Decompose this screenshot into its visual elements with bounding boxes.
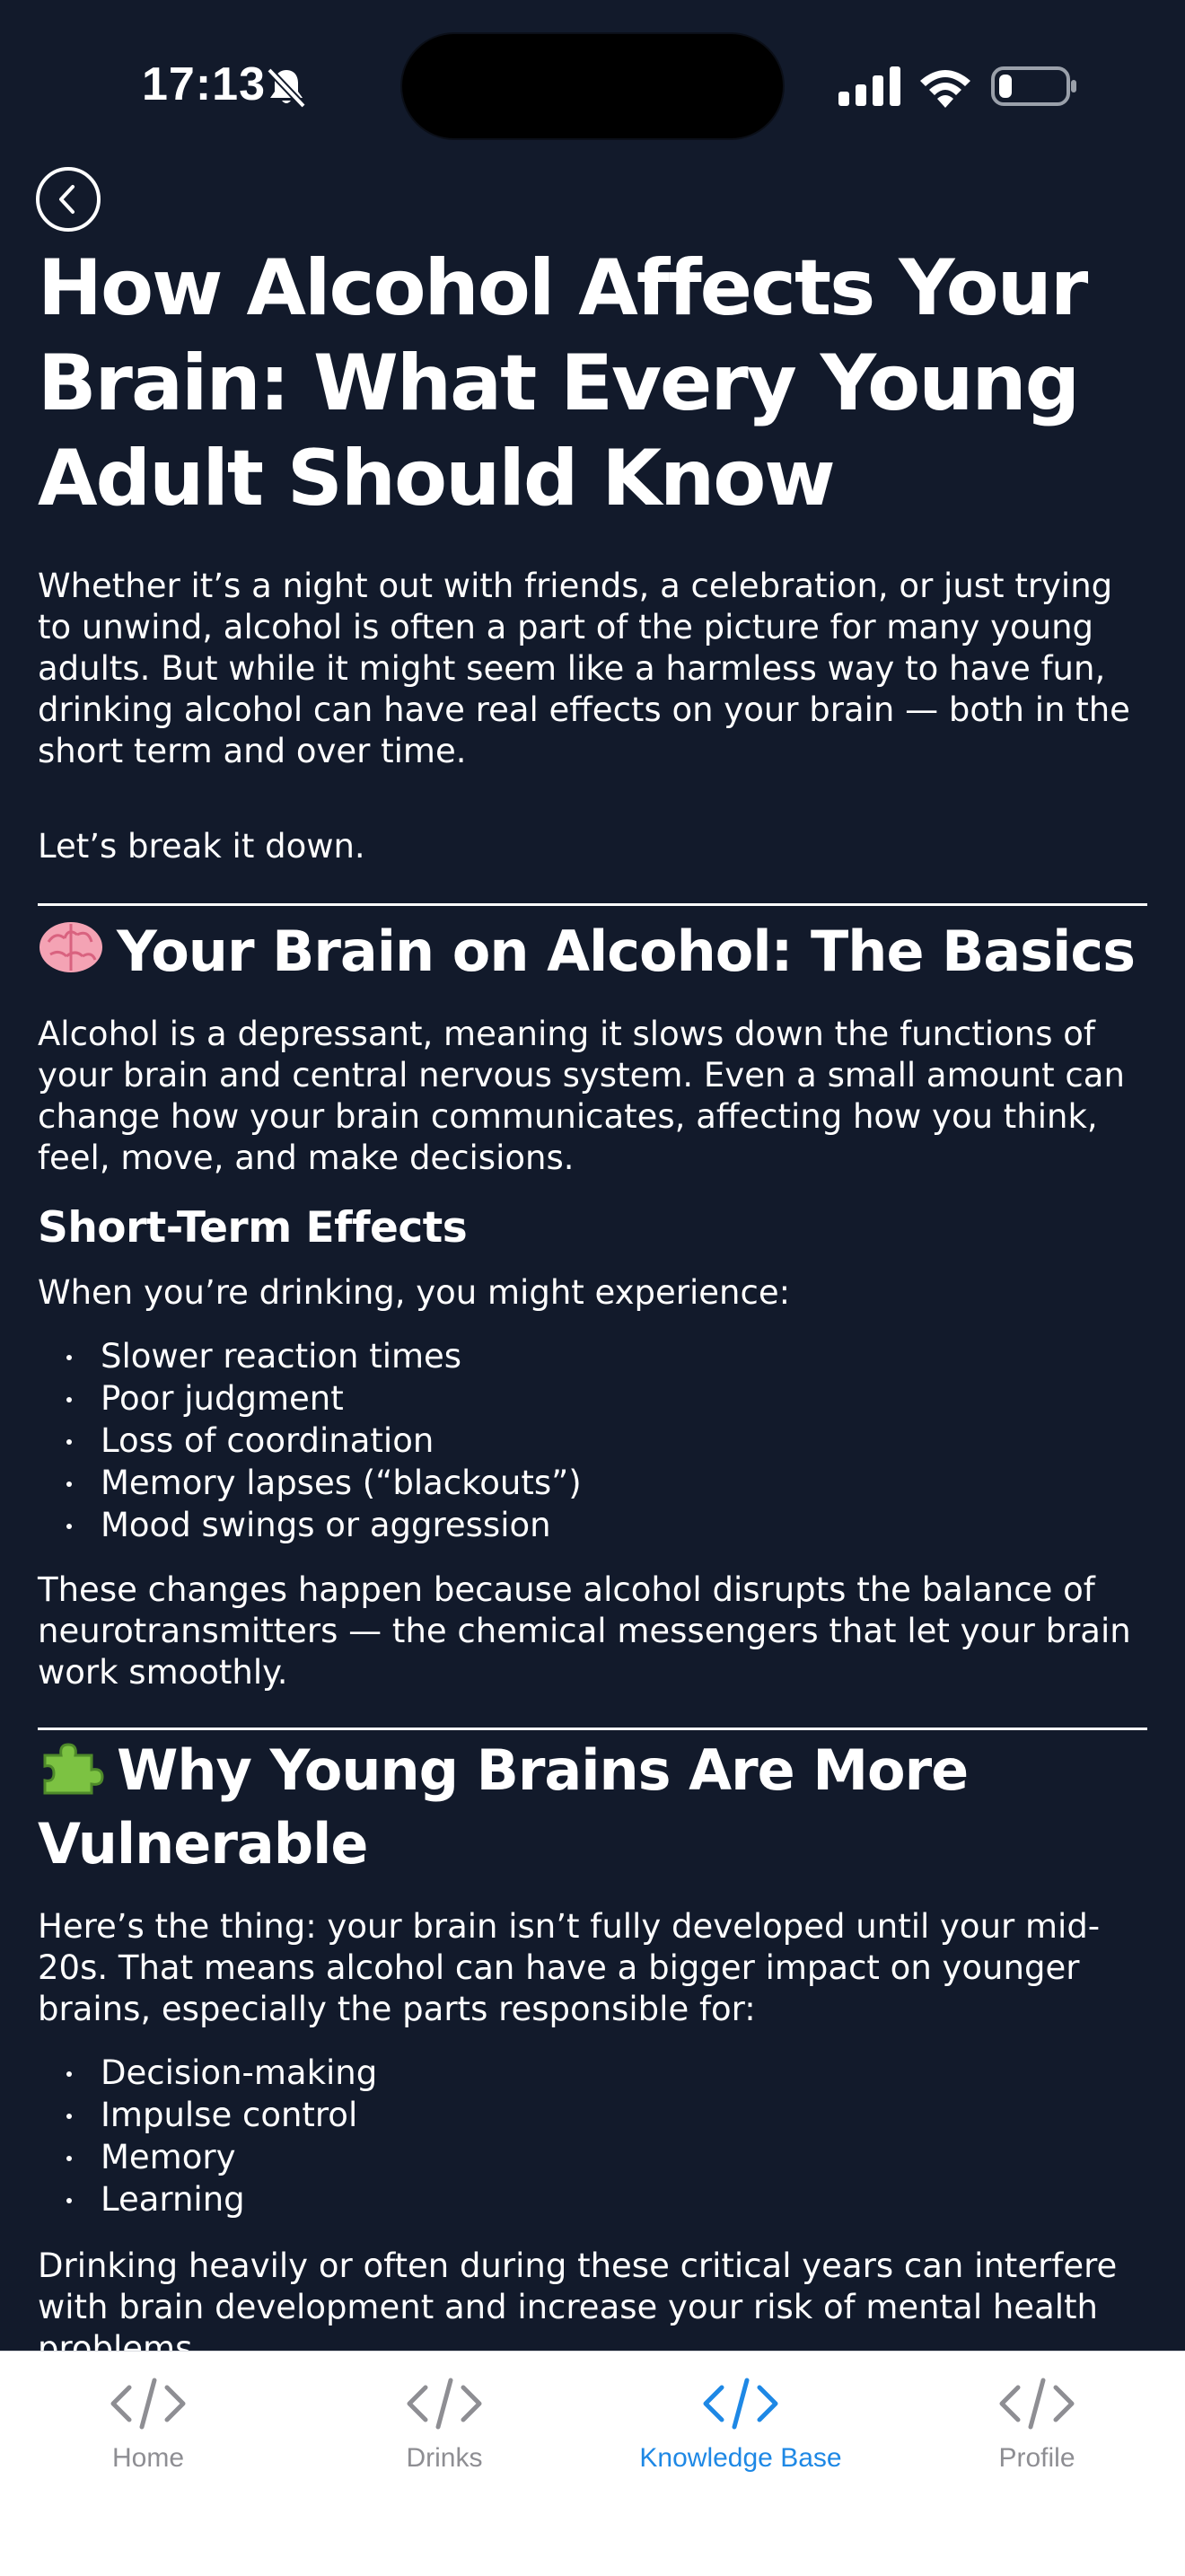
short-term-effects-heading: Short-Term Effects xyxy=(38,1203,468,1253)
responsibilities-list: Decision-making Impulse control Memory L… xyxy=(38,2052,1147,2220)
breakdown-text: Let’s break it down. xyxy=(38,827,365,866)
tab-label: Home xyxy=(111,2443,185,2473)
article-title: How Alcohol Affects Your Brain: What Eve… xyxy=(38,243,1088,523)
development-paragraph: Here’s the thing: your brain isn’t fully… xyxy=(38,1907,1101,2028)
section-heading-vulnerable-text: Why Young Brains Are More Vulnerable xyxy=(38,1737,969,1877)
effects-lead: When you’re drinking, you might experien… xyxy=(38,1273,791,1312)
status-time: 17:13 xyxy=(142,58,266,110)
list-item: Mood swings or aggression xyxy=(66,1504,1147,1546)
cellular-signal-icon xyxy=(838,66,900,106)
tab-bar: Home Drinks Knowledge Base Profile xyxy=(0,2351,1185,2576)
code-icon xyxy=(407,2378,482,2430)
status-bar: 17:13 xyxy=(0,0,1185,171)
tab-profile[interactable]: Profile xyxy=(889,2377,1185,2474)
tab-drinks[interactable]: Drinks xyxy=(296,2377,592,2474)
tab-knowledge-base[interactable]: Knowledge Base xyxy=(592,2377,889,2474)
bell-slash-icon xyxy=(267,67,306,108)
code-icon xyxy=(703,2378,778,2430)
code-icon xyxy=(999,2378,1075,2430)
brain-emoji-icon xyxy=(40,922,102,972)
list-item: Slower reaction times xyxy=(66,1335,1147,1377)
battery-icon xyxy=(991,66,1076,106)
intro-paragraph: Whether it’s a night out with friends, a… xyxy=(38,567,1130,770)
list-item: Poor judgment xyxy=(66,1377,1147,1420)
back-button[interactable] xyxy=(36,167,101,232)
chevron-left-icon xyxy=(59,185,75,214)
basics-paragraph: Alcohol is a depressant, meaning it slow… xyxy=(38,1015,1125,1177)
list-item: Decision-making xyxy=(66,2052,1147,2094)
section-heading-vulnerable: Why Young Brains Are More Vulnerable xyxy=(38,1734,1147,1881)
article: How Alcohol Affects Your Brain: What Eve… xyxy=(38,241,1147,2369)
divider xyxy=(38,1728,1147,1730)
list-item: Impulse control xyxy=(66,2094,1147,2136)
list-item: Learning xyxy=(66,2178,1147,2220)
list-item: Loss of coordination xyxy=(66,1420,1147,1462)
dynamic-island xyxy=(402,34,783,138)
wifi-icon xyxy=(920,70,970,108)
tab-label: Profile xyxy=(998,2443,1075,2473)
code-icon xyxy=(110,2378,186,2430)
list-item: Memory lapses (“blackouts”) xyxy=(66,1462,1147,1504)
section-heading-basics-text: Your Brain on Alcohol: The Basics xyxy=(117,919,1136,984)
tab-label: Drinks xyxy=(406,2443,483,2473)
effects-list: Slower reaction times Poor judgment Loss… xyxy=(38,1335,1147,1546)
divider xyxy=(38,903,1147,906)
section-heading-basics: Your Brain on Alcohol: The Basics xyxy=(38,915,1147,989)
neurotransmitters-paragraph: These changes happen because alcohol dis… xyxy=(38,1570,1131,1692)
tab-label: Knowledge Base xyxy=(639,2443,842,2473)
tab-home[interactable]: Home xyxy=(0,2377,296,2474)
list-item: Memory xyxy=(66,2136,1147,2178)
puzzle-piece-emoji-icon xyxy=(43,1743,104,1795)
